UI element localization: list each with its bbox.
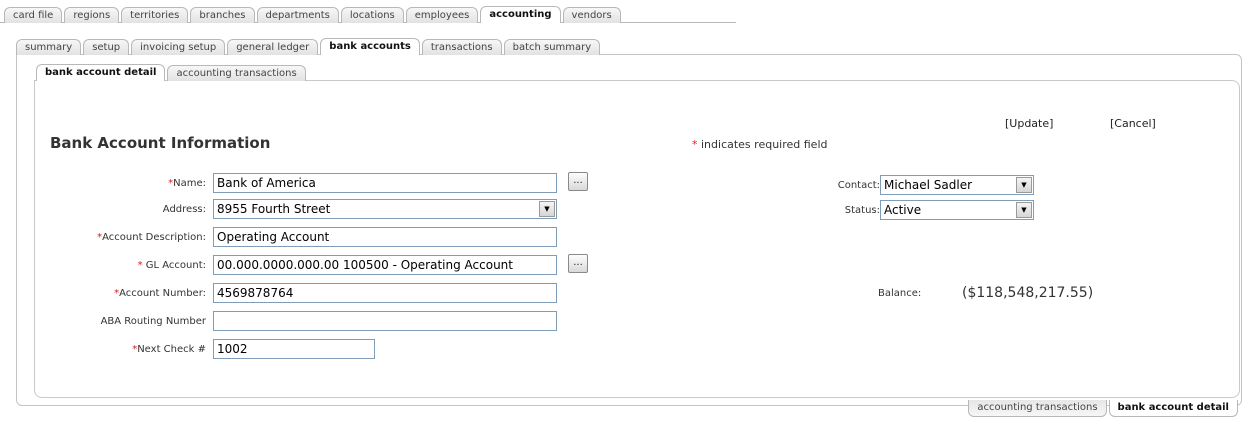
tab-card-file[interactable]: card file [4, 7, 63, 23]
gl-account-browse-button[interactable]: ... [568, 254, 588, 273]
update-link[interactable]: [Update] [1005, 117, 1053, 130]
section-title: Bank Account Information [50, 134, 271, 152]
contact-label: Contact: [837, 180, 880, 191]
tab-bank-account-detail[interactable]: bank account detail [36, 64, 166, 81]
status-label: Status: [844, 205, 880, 216]
status-select[interactable]: Active ▼ [880, 200, 1034, 220]
tab-accounting[interactable]: accounting [480, 6, 561, 23]
chevron-down-icon[interactable]: ▼ [1016, 177, 1032, 193]
required-note-text: indicates required field [697, 138, 828, 151]
chevron-down-icon[interactable]: ▼ [1016, 202, 1032, 218]
tab-vendors[interactable]: vendors [562, 7, 621, 23]
contact-select[interactable]: Michael Sadler ▼ [880, 175, 1034, 195]
next-check-field[interactable]: 1002 [213, 339, 375, 359]
gl-account-label: * GL Account: [138, 260, 206, 271]
tab-setup[interactable]: setup [83, 39, 130, 55]
sub-tab-bar: summary setup invoicing setup general le… [16, 38, 602, 55]
tab-territories[interactable]: territories [121, 7, 189, 23]
next-check-label-text: Next Check # [137, 344, 206, 355]
tab-locations[interactable]: locations [340, 7, 404, 23]
gl-label-text: GL Account: [145, 260, 206, 271]
cancel-link[interactable]: [Cancel] [1110, 117, 1156, 130]
balance-label: Balance: [878, 288, 922, 299]
tab-invoicing-setup[interactable]: invoicing setup [131, 39, 226, 55]
tab-transactions[interactable]: transactions [421, 39, 502, 55]
chevron-down-icon[interactable]: ▼ [539, 201, 555, 217]
next-check-label: *Next Check # [132, 344, 206, 355]
name-field[interactable]: Bank of America [213, 173, 557, 193]
name-label: *Name: [168, 178, 206, 189]
tab-batch-summary[interactable]: batch summary [503, 39, 601, 55]
tab-summary[interactable]: summary [16, 39, 82, 55]
aba-routing-label: ABA Routing Number [100, 316, 206, 327]
tab-departments[interactable]: departments [256, 7, 339, 23]
balance-value: ($118,548,217.55) [962, 285, 1094, 301]
account-description-label: *Account Description: [97, 232, 206, 243]
description-label-text: Account Description: [102, 232, 206, 243]
address-label: Address: [162, 204, 206, 215]
account-number-field[interactable]: 4569878764 [213, 283, 557, 303]
status-value: Active [884, 203, 922, 217]
bottom-tab-bar: accounting transactions bank account det… [966, 400, 1238, 417]
bottom-tab-bank-account-detail[interactable]: bank account detail [1108, 400, 1238, 417]
gl-account-field[interactable]: 00.000.0000.000.00 100500 - Operating Ac… [213, 255, 557, 275]
address-select[interactable]: 8955 Fourth Street ▼ [213, 199, 557, 219]
account-number-label-text: Account Number: [119, 288, 206, 299]
tab-regions[interactable]: regions [64, 7, 120, 23]
gl-required-star: * [137, 260, 146, 271]
tab-employees[interactable]: employees [405, 7, 479, 23]
account-description-field[interactable]: Operating Account [213, 227, 557, 247]
address-value: 8955 Fourth Street [217, 202, 331, 216]
name-label-text: Name: [173, 178, 206, 189]
tab-accounting-transactions[interactable]: accounting transactions [167, 65, 306, 81]
aba-routing-field[interactable] [213, 311, 557, 331]
account-number-label: *Account Number: [114, 288, 206, 299]
contact-value: Michael Sadler [884, 178, 973, 192]
tab-bank-accounts[interactable]: bank accounts [320, 38, 420, 55]
tab-general-ledger[interactable]: general ledger [227, 39, 319, 55]
name-browse-button[interactable]: ... [568, 172, 588, 191]
required-field-note: * indicates required field [692, 138, 827, 151]
main-tab-bar: card file regions territories branches d… [4, 6, 623, 23]
detail-tab-bar: bank account detail accounting transacti… [36, 64, 308, 81]
tab-branches[interactable]: branches [190, 7, 255, 23]
bottom-tab-accounting-transactions[interactable]: accounting transactions [968, 400, 1107, 417]
